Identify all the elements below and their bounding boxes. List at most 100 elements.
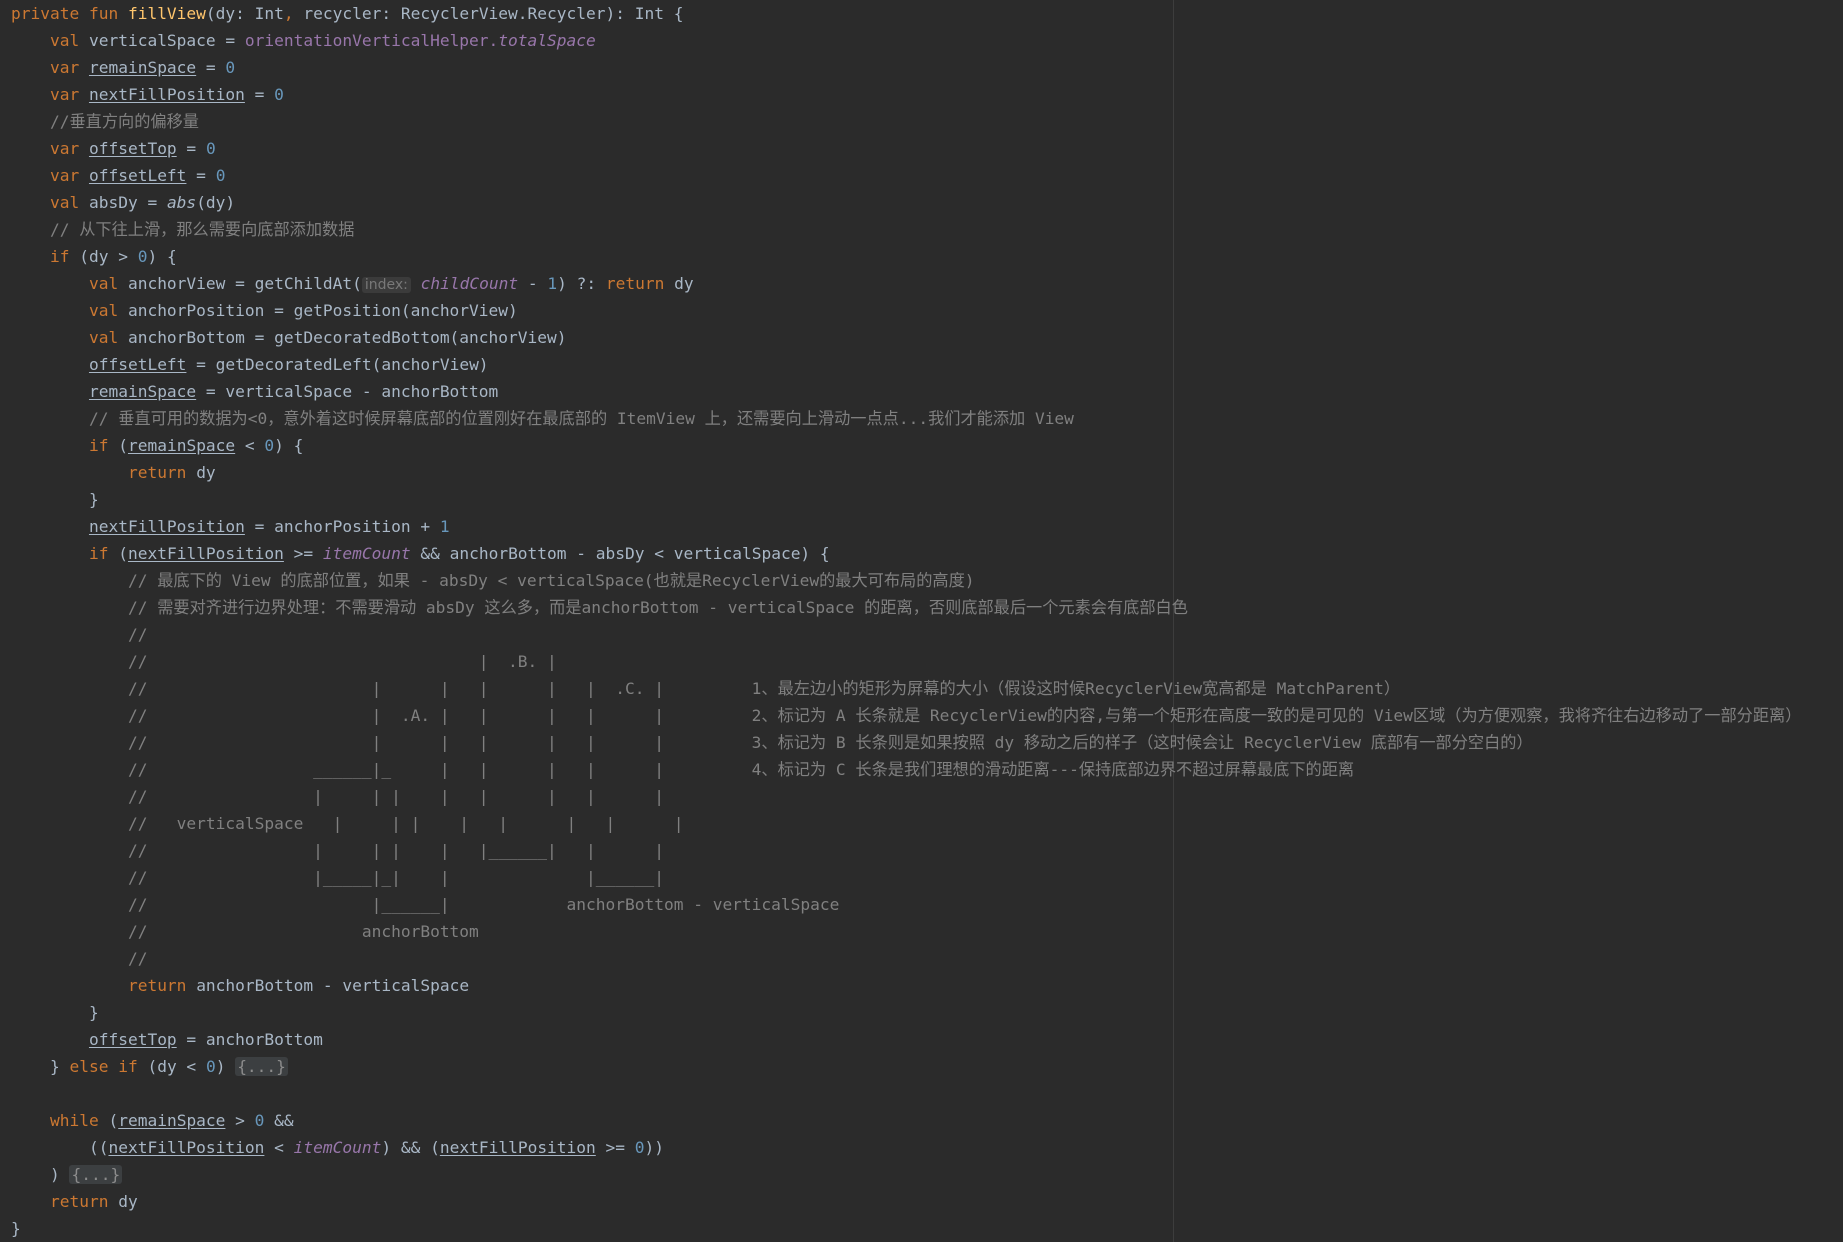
- code-token: }: [49, 1057, 70, 1076]
- code-line[interactable]: return anchorBottom - verticalSpace: [0, 972, 1801, 999]
- code-keyword: return: [127, 463, 197, 482]
- code-line[interactable]: offsetLeft = getDecoratedLeft(anchorView…: [0, 351, 1801, 378]
- code-line[interactable]: } else if (dy < 0) {...}: [0, 1053, 1801, 1080]
- code-line[interactable]: // | .B. |: [0, 648, 1801, 675]
- code-line[interactable]: //: [0, 945, 1801, 972]
- code-token: ) {: [274, 436, 304, 455]
- code-line[interactable]: ((nextFillPosition < itemCount) && (next…: [0, 1134, 1801, 1161]
- code-line[interactable]: return dy: [0, 459, 1801, 486]
- code-line[interactable]: // |_____|_| | |______|: [0, 864, 1801, 891]
- code-token: nextFillPosition: [108, 1138, 265, 1157]
- code-line[interactable]: }: [0, 1215, 1801, 1242]
- code-keyword: else if: [69, 1057, 148, 1076]
- code-token: (dy >: [79, 247, 138, 266]
- folded-block[interactable]: {...}: [69, 1165, 123, 1184]
- code-token: anchorBottom - verticalSpace: [196, 976, 470, 995]
- code-line[interactable]: var nextFillPosition = 0: [0, 81, 1801, 108]
- folded-block[interactable]: {...}: [235, 1057, 288, 1076]
- code-line[interactable]: nextFillPosition = anchorPosition + 1: [0, 513, 1801, 540]
- code-keyword: if: [88, 436, 119, 455]
- code-line[interactable]: var offsetLeft = 0: [0, 162, 1801, 189]
- code-line[interactable]: // 最底下的 View 的底部位置，如果 - absDy < vertical…: [0, 567, 1801, 594]
- code-line[interactable]: val verticalSpace = orientationVerticalH…: [0, 27, 1801, 54]
- code-token: =: [176, 139, 206, 158]
- code-line[interactable]: while (remainSpace > 0 &&: [0, 1107, 1801, 1134]
- code-token: &&: [264, 1111, 294, 1130]
- code-line[interactable]: // | .A. | | | | | 2、标记为 A 长条就是 Recycler…: [0, 702, 1801, 729]
- code-line[interactable]: [0, 1080, 1801, 1107]
- code-keyword: return: [127, 976, 197, 995]
- code-line[interactable]: return dy: [0, 1188, 1801, 1215]
- code-line[interactable]: if (dy > 0) {: [0, 243, 1801, 270]
- code-token: )): [644, 1138, 665, 1157]
- code-comment: // anchorBottom: [127, 922, 479, 941]
- code-line[interactable]: // | | | | | | 3、标记为 B 长条则是如果按照 dy 移动之后的…: [0, 729, 1801, 756]
- code-line[interactable]: val anchorBottom = getDecoratedBottom(an…: [0, 324, 1801, 351]
- code-line[interactable]: //: [0, 621, 1801, 648]
- code-line[interactable]: val anchorView = getChildAt(index: child…: [0, 270, 1801, 297]
- code-comment: // |_____|_| | |______|: [127, 868, 664, 887]
- code-line[interactable]: offsetTop = anchorBottom: [0, 1026, 1801, 1053]
- code-line[interactable]: // | | | | | | | |: [0, 783, 1801, 810]
- code-line[interactable]: // 从下往上滑，那么需要向底部添加数据: [0, 216, 1801, 243]
- parameter-hint: index:: [361, 277, 411, 293]
- code-line[interactable]: // | | | | | .C. | 1、最左边小的矩形为屏幕的大小（假设这时候…: [0, 675, 1801, 702]
- code-keyword: var: [49, 139, 89, 158]
- code-keyword: if: [49, 247, 80, 266]
- code-line[interactable]: // |______| anchorBottom - verticalSpace: [0, 891, 1801, 918]
- code-keyword: val: [88, 301, 128, 320]
- code-line[interactable]: // anchorBottom: [0, 918, 1801, 945]
- code-token: }: [88, 490, 99, 509]
- code-line[interactable]: // ______|_ | | | | | 4、标记为 C 长条是我们理想的滑动…: [0, 756, 1801, 783]
- code-token: = getDecoratedLeft(anchorView): [186, 355, 489, 374]
- code-editor[interactable]: private fun fillView(dy: Int, recycler: …: [0, 0, 1843, 1242]
- code-token: childCount: [420, 274, 519, 293]
- code-line[interactable]: remainSpace = verticalSpace - anchorBott…: [0, 378, 1801, 405]
- code-token: anchorPosition = getPosition(anchorView): [127, 301, 518, 320]
- code-area[interactable]: private fun fillView(dy: Int, recycler: …: [0, 0, 1801, 1242]
- code-token: ) {: [147, 247, 177, 266]
- code-line[interactable]: ) {...}: [0, 1161, 1801, 1188]
- code-token: (: [118, 436, 128, 455]
- code-token: nextFillPosition: [88, 85, 245, 104]
- code-line[interactable]: }: [0, 486, 1801, 513]
- code-line[interactable]: private fun fillView(dy: Int, recycler: …: [0, 0, 1801, 27]
- code-line[interactable]: // verticalSpace | | | | | | | |: [0, 810, 1801, 837]
- code-line[interactable]: }: [0, 999, 1801, 1026]
- code-line[interactable]: val anchorPosition = getPosition(anchorV…: [0, 297, 1801, 324]
- code-token: <: [264, 1138, 294, 1157]
- code-line[interactable]: if (remainSpace < 0) {: [0, 432, 1801, 459]
- code-line[interactable]: //垂直方向的偏移量: [0, 108, 1801, 135]
- code-line[interactable]: // | | | | |______| | |: [0, 837, 1801, 864]
- code-keyword: private fun: [11, 4, 128, 23]
- code-token: >=: [595, 1138, 635, 1157]
- code-token: totalSpace: [498, 31, 596, 50]
- code-line[interactable]: // 垂直可用的数据为<0，意外着这时候屏幕底部的位置刚好在最底部的 ItemV…: [0, 405, 1801, 432]
- code-token: fillView: [127, 4, 206, 23]
- code-line[interactable]: // 需要对齐进行边界处理：不需要滑动 absDy 这么多，而是anchorBo…: [0, 594, 1801, 621]
- code-token: }: [11, 1219, 21, 1238]
- code-line[interactable]: if (nextFillPosition >= itemCount && anc…: [0, 540, 1801, 567]
- code-token: }: [88, 1003, 99, 1022]
- code-token: =: [244, 85, 275, 104]
- code-line[interactable]: var offsetTop = 0: [0, 135, 1801, 162]
- code-line[interactable]: var remainSpace = 0: [0, 54, 1801, 81]
- code-token: verticalSpace =: [88, 31, 245, 50]
- code-line[interactable]: val absDy = abs(dy): [0, 189, 1801, 216]
- code-token: (: [108, 1111, 119, 1130]
- code-comment: // |______| anchorBottom - verticalSpace: [127, 895, 840, 914]
- code-comment: // | | | | | | 3、标记为 B 长条则是如果按照 dy 移动之后的…: [127, 733, 1533, 752]
